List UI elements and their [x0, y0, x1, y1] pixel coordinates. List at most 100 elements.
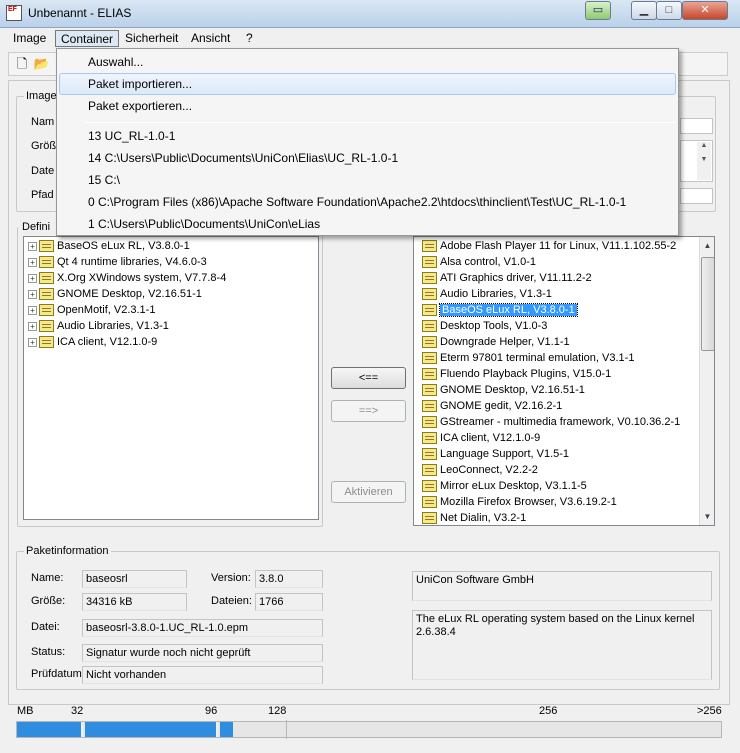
list-item[interactable]: Net Dialin, V3.2-1: [422, 510, 527, 525]
recent-container-item[interactable]: 14 C:\Users\Public\Documents\UniCon\Elia…: [59, 147, 676, 169]
list-item[interactable]: ATI Graphics driver, V11.11.2-2: [422, 270, 592, 286]
pkg-file-value: baseosrl-3.8.0-1.UC_RL-1.0.epm: [82, 619, 323, 637]
scroll-down-icon[interactable]: ▼: [700, 508, 714, 525]
menu-container[interactable]: Container: [55, 30, 120, 47]
list-item[interactable]: Mozilla Firefox Browser, V3.6.19.2-1: [422, 494, 617, 510]
list-item[interactable]: Fluendo Playback Plugins, V15.0-1: [422, 366, 611, 382]
package-icon: [39, 256, 54, 269]
package-list-scrollbar[interactable]: ▲ ▼: [699, 237, 714, 525]
list-item-label: GNOME gedit, V2.16.2-1: [440, 400, 563, 412]
capacity-label-96: 96: [205, 705, 218, 717]
image-name-field[interactable]: [680, 118, 713, 134]
tree-item[interactable]: + OpenMotif, V2.3.1-1: [28, 302, 155, 318]
capacity-label-128: 128: [268, 705, 287, 717]
recent-container-item[interactable]: 15 C:\: [59, 169, 676, 191]
tree-item[interactable]: + Qt 4 runtime libraries, V4.6.0-3: [28, 254, 207, 270]
list-item[interactable]: Alsa control, V1.0-1: [422, 254, 536, 270]
pkg-file-label: Datei:: [31, 621, 60, 633]
expand-plus-icon[interactable]: +: [28, 289, 37, 299]
image-description-field[interactable]: ▲ ▼: [680, 140, 713, 182]
list-item-label: LeoConnect, V2.2-2: [440, 464, 538, 476]
pkg-version-value: 3.8.0: [255, 570, 323, 588]
list-item[interactable]: Language Support, V1.5-1: [422, 446, 569, 462]
list-item-label: GNOME Desktop, V2.16.51-1: [440, 384, 585, 396]
open-folder-icon[interactable]: 📂: [33, 55, 51, 73]
capacity-label-mb: MB: [17, 705, 34, 717]
tree-item[interactable]: + ICA client, V12.1.0-9: [28, 334, 157, 350]
list-item-label: Net Dialin, V3.2-1: [440, 512, 527, 524]
package-icon: [422, 384, 437, 397]
tree-item[interactable]: + Audio Libraries, V1.3-1: [28, 318, 169, 334]
recent-container-item[interactable]: 1 C:\Users\Public\Documents\UniCon\eLias: [59, 213, 676, 235]
remove-package-button[interactable]: <==: [331, 367, 406, 389]
image-package-tree[interactable]: + BaseOS eLux RL, V3.8.0-1 + Qt 4 runtime l…: [23, 236, 319, 520]
maximize-button[interactable]: □: [656, 1, 682, 20]
maximize-icon: □: [665, 4, 673, 16]
package-icon: [422, 448, 437, 461]
image-path-field[interactable]: [680, 188, 713, 204]
recent-container-item[interactable]: 13 UC_RL-1.0-1: [59, 125, 676, 147]
list-item[interactable]: Mirror eLux Desktop, V3.1.1-5: [422, 478, 587, 494]
expand-plus-icon[interactable]: +: [28, 257, 37, 267]
expand-plus-icon[interactable]: +: [28, 321, 37, 331]
container-menu-item[interactable]: Paket exportieren...: [59, 95, 676, 117]
list-item-label: BaseOS eLux RL, V3.8.0-1: [439, 303, 578, 317]
pkg-size-value: 34316 kB: [82, 593, 187, 611]
package-icon: [422, 304, 437, 317]
list-item[interactable]: Eterm 97801 terminal emulation, V3.1-1: [422, 350, 634, 366]
list-item-label: Mirror eLux Desktop, V3.1.1-5: [440, 480, 587, 492]
list-item-label: GStreamer - multimedia framework, V0.10.…: [440, 416, 681, 428]
container-menu-item[interactable]: Auswahl...: [59, 51, 676, 73]
scroll-thumb[interactable]: [701, 257, 714, 351]
pkg-files-label: Dateien:: [211, 595, 252, 607]
package-icon: [39, 320, 54, 333]
list-item[interactable]: Desktop Tools, V1.0-3: [422, 318, 547, 334]
package-icon: [39, 240, 54, 253]
list-item[interactable]: ICA client, V12.1.0-9: [422, 430, 540, 446]
scroll-up-icon[interactable]: ▲: [700, 237, 714, 254]
add-package-button[interactable]: ==>: [331, 400, 406, 422]
list-item[interactable]: GStreamer - multimedia framework, V0.10.…: [422, 414, 680, 430]
list-item[interactable]: Adobe Flash Player 11 for Linux, V11.1.1…: [422, 238, 676, 254]
menu-ansicht[interactable]: Ansicht: [186, 30, 235, 47]
container-menu-item[interactable]: Paket importieren...: [59, 73, 676, 95]
tree-item[interactable]: + BaseOS eLux RL, V3.8.0-1: [28, 238, 190, 254]
image-path-label: Pfad: [31, 189, 54, 201]
expand-plus-icon[interactable]: +: [28, 337, 37, 347]
tree-item[interactable]: + GNOME Desktop, V2.16.51-1: [28, 286, 202, 302]
recent-container-item[interactable]: 0 C:\Program Files (x86)\Apache Software…: [59, 191, 676, 213]
pkg-name-value: baseosrl: [82, 570, 187, 588]
list-item-label: ICA client, V12.1.0-9: [440, 432, 541, 444]
list-item-label: Downgrade Helper, V1.1-1: [440, 336, 570, 348]
elias-app-icon[interactable]: EF: [6, 5, 22, 21]
tree-item-label: Qt 4 runtime libraries, V4.6.0-3: [57, 256, 207, 268]
menu-help[interactable]: ?: [241, 30, 258, 47]
expand-plus-icon[interactable]: +: [28, 273, 37, 283]
activate-button[interactable]: Aktivieren: [331, 481, 406, 503]
new-file-icon[interactable]: 🗋: [13, 55, 31, 73]
expand-plus-icon[interactable]: +: [28, 305, 37, 315]
image-name-label: Nam: [31, 116, 55, 128]
help-caption-button[interactable]: ▭: [585, 1, 611, 20]
list-item[interactable]: LeoConnect, V2.2-2: [422, 462, 538, 478]
tree-item[interactable]: + X.Org XWindows system, V7.7.8-4: [28, 270, 226, 286]
package-icon: [422, 416, 437, 429]
menu-sicherheit[interactable]: Sicherheit: [120, 30, 183, 47]
list-item[interactable]: GNOME gedit, V2.16.2-1: [422, 398, 562, 414]
list-item-label: Adobe Flash Player 11 for Linux, V11.1.1…: [440, 240, 677, 252]
list-item[interactable]: Downgrade Helper, V1.1-1: [422, 334, 570, 350]
list-item[interactable]: GNOME Desktop, V2.16.51-1: [422, 382, 585, 398]
package-info-label: Paketinformation: [24, 545, 111, 557]
pkg-checkdate-label: Prüfdatum:: [31, 668, 85, 680]
help-icon: ▭: [592, 4, 604, 16]
minimize-button[interactable]: ▁: [631, 1, 657, 20]
menu-image[interactable]: Image: [8, 30, 51, 47]
expand-plus-icon[interactable]: +: [28, 241, 37, 251]
available-package-list[interactable]: Adobe Flash Player 11 for Linux, V11.1.1…: [413, 236, 715, 526]
package-icon: [422, 480, 437, 493]
description-scrollbar[interactable]: ▲ ▼: [697, 142, 711, 180]
list-item[interactable]: BaseOS eLux RL, V3.8.0-1: [422, 302, 578, 318]
list-item[interactable]: Audio Libraries, V1.3-1: [422, 286, 552, 302]
close-button[interactable]: ✕: [682, 1, 728, 20]
list-item-label: ATI Graphics driver, V11.11.2-2: [440, 272, 592, 284]
